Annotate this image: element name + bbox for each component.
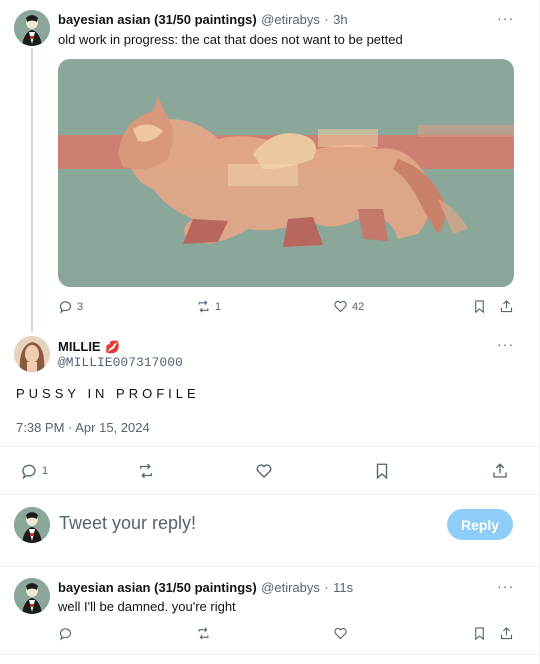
tweet1-media[interactable] [58,59,514,287]
tweet1-author-name[interactable]: bayesian asian (31/50 paintings) [58,12,257,27]
tweet2-like-button[interactable] [255,462,273,480]
tweet1-author-handle[interactable]: @etirabys [261,12,320,27]
tweet1-separator: · [324,12,329,27]
share-icon [500,300,513,313]
retweet-icon [198,627,209,640]
heart-icon [334,627,347,640]
bookmark-icon [475,627,484,641]
tweet1-like-count: 42 [352,300,365,313]
reply-button[interactable]: Reply [447,509,513,540]
tweet1-text: old work in progress: the cat that does … [58,32,403,47]
tweet1-header: bayesian asian (31/50 paintings) @etirab… [58,11,348,29]
tweet3-header: bayesian asian (31/50 paintings) @etirab… [58,579,353,597]
avatar-image [14,336,50,372]
tweet1-retweet-button[interactable]: 1 [196,299,221,314]
tweet3-author-name[interactable]: bayesian asian (31/50 paintings) [58,580,257,595]
tweet3-retweet-button[interactable] [196,626,211,641]
bookmark-icon [475,300,484,314]
tweet2-reply-count: 1 [42,465,49,477]
tweet3-share-button[interactable] [499,626,514,641]
avatar-etirabys[interactable] [14,10,50,46]
tweet1-reply-button[interactable]: 3 [58,299,83,314]
actions-divider [0,494,540,495]
avatar-image [14,507,50,543]
tweet3-reply-button[interactable] [58,626,73,641]
share-icon [500,627,513,640]
heart-icon [334,300,347,313]
tweet3-more-icon[interactable]: ··· [497,578,514,594]
tweet2-reply-button[interactable]: 1 [20,462,48,480]
tweet2-share-button[interactable] [491,462,509,480]
retweet-icon [198,300,209,313]
avatar-etirabys[interactable] [14,578,50,614]
composer-divider [0,566,540,567]
tweet2-retweet-button[interactable] [137,462,155,480]
tweet2-more-icon[interactable]: ··· [497,336,514,352]
reply-input[interactable]: Tweet your reply! [59,513,196,534]
tweet1-more-icon[interactable]: ··· [497,10,514,26]
tweet2-header: MILLIE 💋 [58,338,120,356]
tweet3-author-handle[interactable]: @etirabys [261,580,320,595]
retweet-icon [140,463,152,479]
tweet3-like-button[interactable] [333,626,348,641]
avatar-image [14,10,50,46]
avatar-millie[interactable] [14,336,50,372]
tweet2-divider [0,446,540,447]
share-icon [493,463,507,478]
tweet3-bookmark-button[interactable] [472,626,487,641]
tweet3-divider [0,654,540,655]
composer-avatar [14,507,50,543]
tweet1-reply-count: 3 [77,300,84,313]
heart-icon [256,464,272,478]
bookmark-icon [376,463,388,480]
tweet1-share-button[interactable] [499,299,514,314]
tweet2-text: PUSSY IN PROFILE [16,386,200,401]
tweet1-retweet-count: 1 [215,300,222,313]
tweet3-text: well I'll be damned. you're right [58,599,236,614]
tweet1-bookmark-button[interactable] [472,299,487,314]
tweet2-author-handle[interactable]: @MILLIE007317000 [58,355,183,370]
tweet2-author-name[interactable]: MILLIE [58,339,101,354]
tweet1-like-button[interactable]: 42 [333,299,364,314]
reply-icon [59,628,71,641]
tweet2-bookmark-button[interactable] [373,462,391,480]
lips-emoji: 💋 [105,340,121,354]
cat-painting-image [58,59,514,287]
thread-line [31,48,33,332]
avatar-image [14,578,50,614]
reply-icon [22,464,36,480]
tweet3-time[interactable]: 11s [333,580,353,595]
tweet3-separator: · [324,580,329,595]
reply-icon [59,301,71,314]
tweet2-timestamp[interactable]: 7:38 PM · Apr 15, 2024 [16,420,150,435]
tweet1-time[interactable]: 3h [333,12,347,27]
